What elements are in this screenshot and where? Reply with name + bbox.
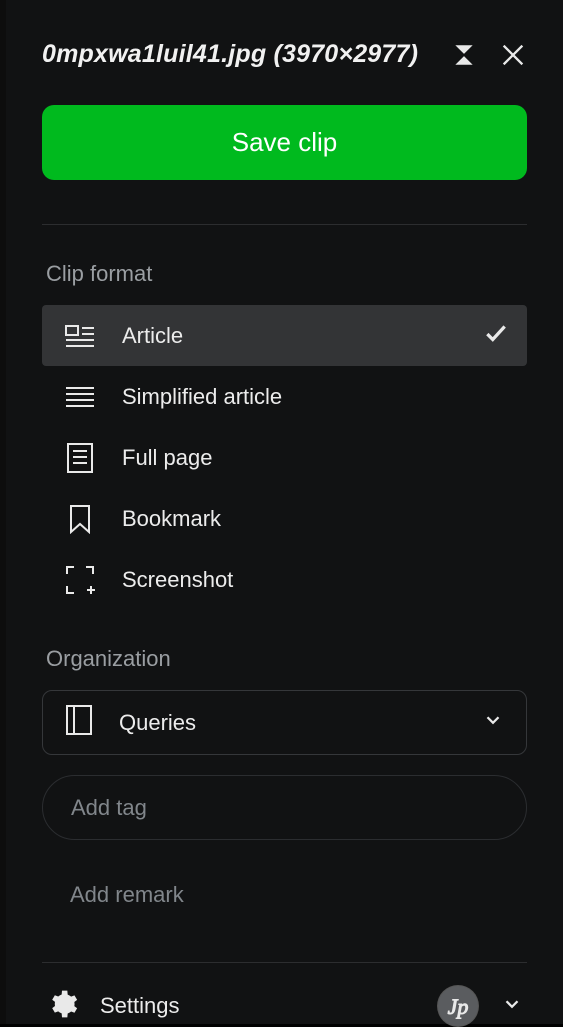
format-option-full-page[interactable]: Full page: [42, 427, 527, 488]
hourglass-icon[interactable]: [451, 42, 477, 68]
article-icon: [64, 324, 96, 348]
clip-format-list: Article Simplified article: [6, 305, 563, 610]
format-option-article[interactable]: Article: [42, 305, 527, 366]
clip-format-heading: Clip format: [6, 225, 563, 305]
notebook-dropdown[interactable]: Queries: [42, 690, 527, 755]
notebook-label: Queries: [119, 710, 456, 736]
chevron-down-icon[interactable]: [501, 993, 523, 1020]
page-icon: [64, 443, 96, 473]
organization-heading: Organization: [6, 610, 563, 690]
save-button-wrap: Save clip: [6, 93, 563, 180]
format-option-screenshot[interactable]: Screenshot: [42, 549, 527, 610]
format-label: Bookmark: [122, 506, 509, 532]
screenshot-icon: [64, 565, 96, 595]
add-remark-field[interactable]: Add remark: [42, 882, 527, 908]
notebook-icon: [65, 704, 93, 741]
check-icon: [483, 320, 509, 351]
save-clip-button[interactable]: Save clip: [42, 105, 527, 180]
page-title: 0mpxwa1luil41.jpg (3970×2977): [42, 40, 418, 69]
format-label: Screenshot: [122, 567, 509, 593]
settings-label[interactable]: Settings: [100, 993, 415, 1019]
footer: Settings Jp: [6, 963, 563, 1027]
gear-icon[interactable]: [46, 988, 78, 1025]
clipper-panel: 0mpxwa1luil41.jpg (3970×2977) Save clip …: [6, 0, 563, 1024]
chevron-down-icon: [482, 709, 504, 736]
bookmark-icon: [64, 504, 96, 534]
svg-text:Jp: Jp: [448, 994, 469, 1019]
account-avatar[interactable]: Jp: [437, 985, 479, 1027]
header-actions: [451, 41, 527, 69]
format-option-simplified-article[interactable]: Simplified article: [42, 366, 527, 427]
header: 0mpxwa1luil41.jpg (3970×2977): [6, 0, 563, 93]
format-option-bookmark[interactable]: Bookmark: [42, 488, 527, 549]
format-label: Full page: [122, 445, 509, 471]
format-label: Simplified article: [122, 384, 509, 410]
tag-input-wrap[interactable]: [42, 775, 527, 840]
organization-section: Queries Add remark: [6, 690, 563, 908]
lines-icon: [64, 385, 96, 409]
add-tag-input[interactable]: [71, 795, 498, 821]
format-label: Article: [122, 323, 457, 349]
close-icon[interactable]: [499, 41, 527, 69]
